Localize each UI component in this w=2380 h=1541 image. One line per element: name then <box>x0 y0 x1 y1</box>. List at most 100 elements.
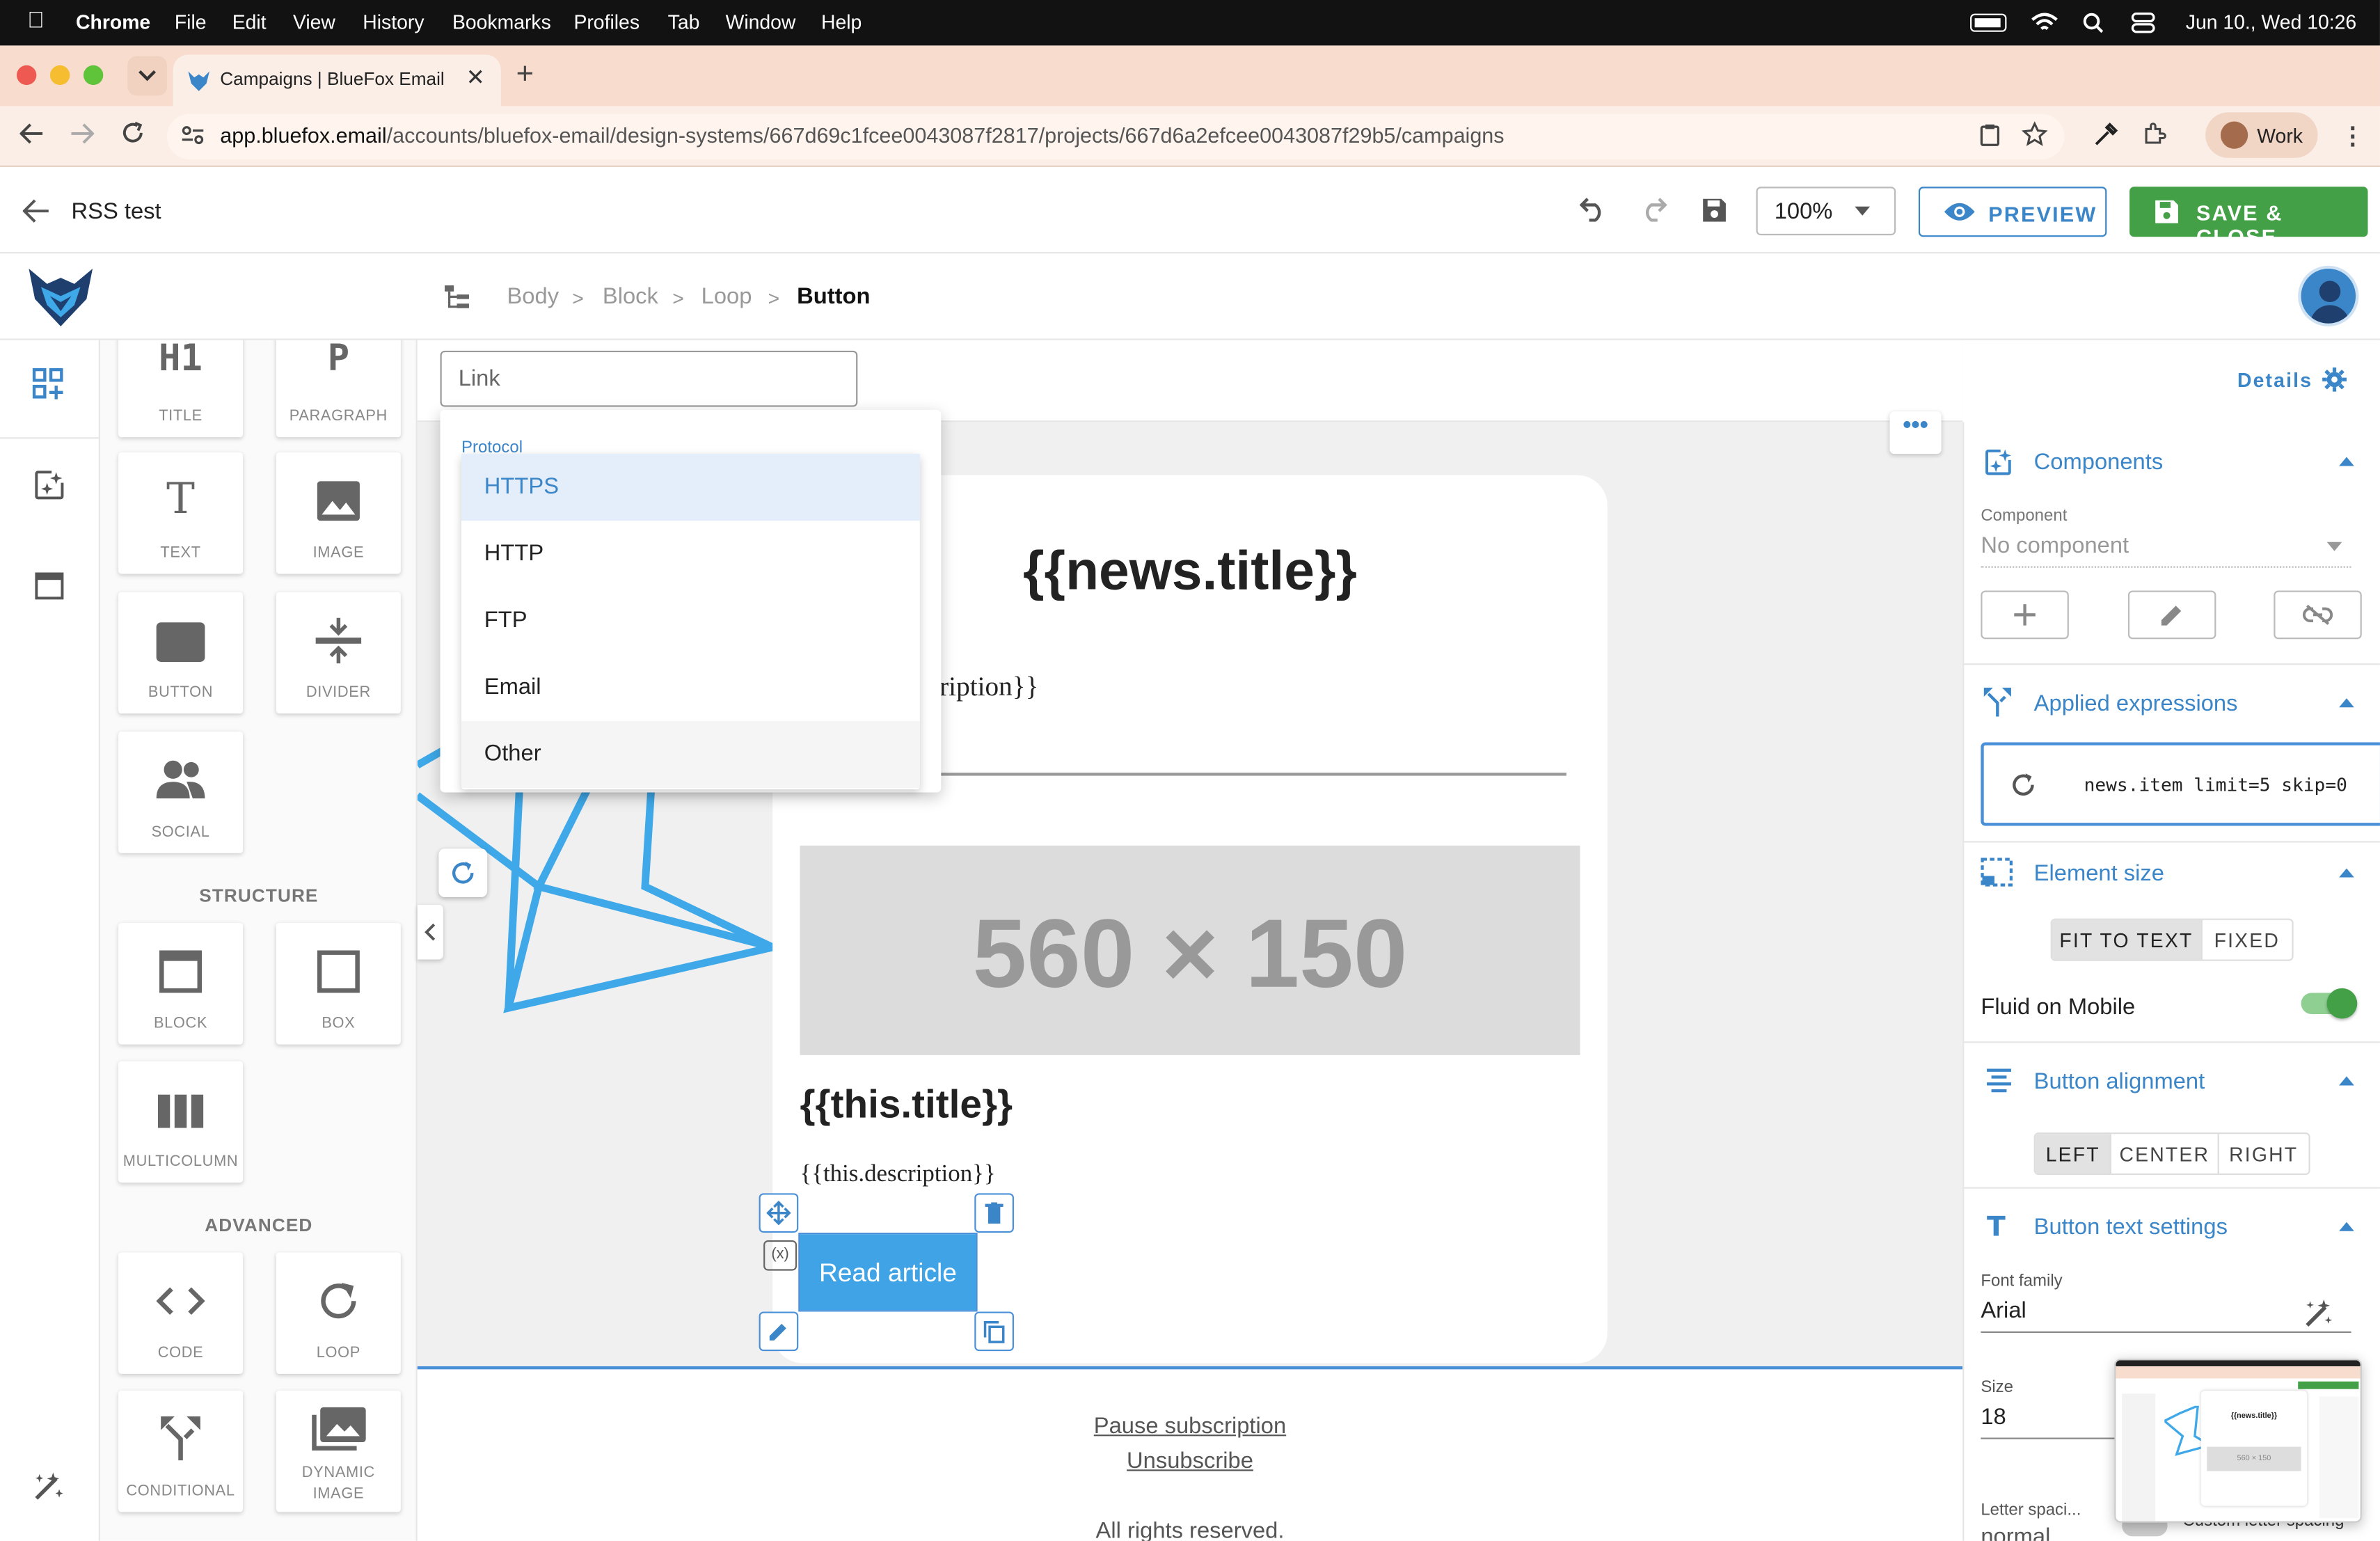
palette-image[interactable]: IMAGE <box>276 452 401 574</box>
pause-subscription-link[interactable]: Pause subscription <box>418 1414 1962 1439</box>
size-fit-to-text-option[interactable]: FIT TO TEXT <box>2052 919 2203 960</box>
clipboard-icon[interactable] <box>1979 123 2001 148</box>
size-fixed-option[interactable]: FIXED <box>2202 920 2292 960</box>
bluefox-logo-icon[interactable] <box>26 266 95 330</box>
bookmark-star-icon[interactable] <box>2022 121 2048 147</box>
unlink-component-button[interactable] <box>2274 590 2362 640</box>
forward-arrow-icon[interactable] <box>70 123 95 145</box>
expression-item[interactable]: news.item limit=5 skip=0 <box>1981 742 2380 826</box>
tab-close-icon[interactable]: ✕ <box>466 64 485 91</box>
palette-social[interactable]: SOCIAL <box>118 732 243 853</box>
palette-dynamic-image[interactable]: DYNAMIC IMAGE <box>276 1390 401 1512</box>
menu-window[interactable]: Window <box>726 10 796 33</box>
menu-tab[interactable]: Tab <box>668 10 700 33</box>
protocol-option-other[interactable]: Other <box>461 721 920 788</box>
menu-view[interactable]: View <box>293 10 335 33</box>
protocol-option-ftp[interactable]: FTP <box>461 587 920 654</box>
protocol-option-http[interactable]: HTTP <box>461 521 920 587</box>
zoom-select[interactable]: 100% <box>1756 187 1896 236</box>
browser-tab-active[interactable]: Campaigns | BlueFox Email ✕ <box>173 54 501 106</box>
magic-wand-icon[interactable] <box>2304 1298 2335 1329</box>
variable-icon[interactable]: (x) <box>763 1240 798 1271</box>
item-title[interactable]: {{this.title}} <box>800 1081 1013 1128</box>
gear-icon[interactable] <box>2322 367 2347 392</box>
menu-app-name[interactable]: Chrome <box>76 10 150 33</box>
preview-button[interactable]: PREVIEW <box>1918 187 2107 237</box>
add-component-button[interactable] <box>1981 590 2069 640</box>
components-section-title[interactable]: Components <box>2034 450 2164 475</box>
breadcrumb-body[interactable]: Body <box>507 284 559 310</box>
component-select[interactable]: No component <box>1981 531 2351 568</box>
layer-tree-icon[interactable] <box>443 284 472 311</box>
add-elements-icon[interactable] <box>32 368 65 401</box>
duplicate-button[interactable] <box>974 1311 1014 1352</box>
breadcrumb-block[interactable]: Block <box>603 284 658 310</box>
collapse-palette-button[interactable] <box>417 904 443 960</box>
collapse-caret-icon[interactable] <box>2339 1222 2354 1231</box>
chrome-menu-icon[interactable]: ⋮ <box>2340 121 2365 152</box>
menu-file[interactable]: File <box>175 10 207 33</box>
reload-icon[interactable] <box>121 121 144 144</box>
element-size-section-title[interactable]: Element size <box>2034 861 2164 887</box>
menu-edit[interactable]: Edit <box>232 10 267 33</box>
extensions-puzzle-icon[interactable] <box>2142 121 2168 147</box>
expressions-section-title[interactable]: Applied expressions <box>2034 690 2238 716</box>
back-arrow-icon[interactable] <box>22 199 50 223</box>
palette-paragraph[interactable]: P PARAGRAPH <box>276 340 401 438</box>
align-center-option[interactable]: CENTER <box>2112 1134 2219 1173</box>
components-icon[interactable] <box>33 469 65 501</box>
collapse-caret-icon[interactable] <box>2339 698 2354 708</box>
palette-divider[interactable]: DIVIDER <box>276 592 401 714</box>
window-close-button[interactable] <box>16 65 37 86</box>
palette-multicolumn[interactable]: MULTICOLUMN <box>118 1061 243 1183</box>
battery-icon[interactable] <box>1970 13 2007 32</box>
site-settings-icon[interactable] <box>181 125 205 146</box>
wifi-icon[interactable] <box>2031 10 2058 35</box>
back-arrow-icon[interactable] <box>19 123 44 145</box>
undo-icon[interactable] <box>1576 198 1609 222</box>
spotlight-search-icon[interactable] <box>2082 12 2104 33</box>
collapse-caret-icon[interactable] <box>2339 457 2354 466</box>
protocol-option-email[interactable]: Email <box>461 654 920 721</box>
collapse-caret-icon[interactable] <box>2339 868 2354 878</box>
edit-button[interactable] <box>759 1311 799 1352</box>
tab-search-button[interactable] <box>127 56 167 96</box>
apple-icon[interactable]:  <box>27 8 45 33</box>
screenshot-thumbnail[interactable]: {{news.title}} 560 × 150 <box>2114 1359 2362 1523</box>
image-placeholder[interactable]: 560 × 150 <box>800 845 1580 1055</box>
alignment-section-title[interactable]: Button alignment <box>2034 1068 2205 1094</box>
window-minimize-button[interactable] <box>49 65 70 86</box>
url-text[interactable]: app.bluefox.email/accounts/bluefox-email… <box>220 123 1504 148</box>
size-input[interactable]: 18 <box>1981 1401 2118 1439</box>
protocol-option-https[interactable]: HTTPS <box>461 454 920 521</box>
font-family-input[interactable]: Arial <box>1981 1295 2351 1334</box>
palette-title[interactable]: H1 TITLE <box>118 340 243 438</box>
item-description[interactable]: {{this.description}} <box>800 1162 995 1189</box>
delete-button[interactable] <box>974 1193 1014 1233</box>
design-tools-icon[interactable] <box>32 1469 65 1503</box>
news-description[interactable]: ription}} <box>939 671 1038 703</box>
palette-block[interactable]: BLOCK <box>118 923 243 1045</box>
profile-chip[interactable]: Work <box>2205 112 2318 158</box>
fluid-mobile-toggle[interactable] <box>2301 988 2358 1019</box>
move-handle[interactable] <box>759 1193 799 1233</box>
control-center-icon[interactable] <box>2131 12 2155 33</box>
redo-icon[interactable] <box>1637 198 1671 222</box>
details-link[interactable]: Details <box>2237 369 2312 392</box>
save-disk-icon[interactable] <box>1700 196 1729 224</box>
eyedropper-icon[interactable] <box>2093 121 2119 147</box>
align-left-option[interactable]: LEFT <box>2035 1134 2112 1173</box>
collapse-caret-icon[interactable] <box>2339 1076 2354 1086</box>
palette-button[interactable]: BUTTON <box>118 592 243 714</box>
user-avatar[interactable] <box>2298 265 2359 326</box>
save-close-button[interactable]: SAVE & CLOSE <box>2129 187 2368 249</box>
letter-spacing-value[interactable]: normal <box>1981 1524 2050 1541</box>
breadcrumb-button[interactable]: Button <box>797 284 870 310</box>
more-options-icon[interactable]: ••• <box>1889 411 1942 455</box>
palette-code[interactable]: CODE <box>118 1252 243 1374</box>
loop-refresh-button[interactable] <box>438 848 488 898</box>
palette-text[interactable]: T TEXT <box>118 452 243 574</box>
palette-loop[interactable]: LOOP <box>276 1252 401 1374</box>
palette-conditional[interactable]: CONDITIONAL <box>118 1390 243 1512</box>
text-settings-section-title[interactable]: Button text settings <box>2034 1215 2228 1240</box>
